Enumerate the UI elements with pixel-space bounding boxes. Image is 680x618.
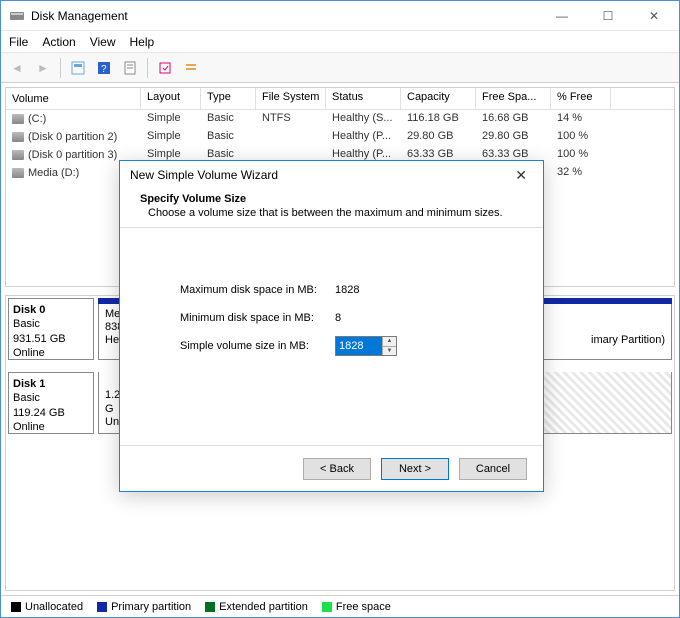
- disk-state: Online: [13, 420, 89, 434]
- menu-action[interactable]: Action: [42, 35, 75, 49]
- col-type[interactable]: Type: [201, 88, 256, 109]
- table-header: Volume Layout Type File System Status Ca…: [6, 88, 674, 110]
- disk-state: Online: [13, 346, 89, 360]
- disk-name: Disk 1: [13, 377, 89, 391]
- max-space-value: 1828: [335, 284, 359, 296]
- swatch-icon: [97, 602, 107, 612]
- legend: Unallocated Primary partition Extended p…: [1, 595, 679, 617]
- spin-down-icon[interactable]: ▼: [383, 347, 396, 356]
- svg-text:?: ?: [101, 64, 107, 75]
- separator: [120, 227, 543, 228]
- col-layout[interactable]: Layout: [141, 88, 201, 109]
- forward-icon: ►: [31, 56, 55, 80]
- menu-view[interactable]: View: [90, 35, 116, 49]
- col-status[interactable]: Status: [326, 88, 401, 109]
- legend-unallocated: Unallocated: [11, 601, 83, 613]
- volume-icon: [12, 132, 24, 142]
- window-title: Disk Management: [31, 9, 545, 23]
- menu-help[interactable]: Help: [130, 35, 155, 49]
- disk-type: Basic: [13, 317, 89, 331]
- volume-size-spinner[interactable]: ▲ ▼: [335, 336, 397, 356]
- col-volume[interactable]: Volume: [6, 88, 141, 109]
- col-filesystem[interactable]: File System: [256, 88, 326, 109]
- close-icon[interactable]: ✕: [509, 165, 533, 186]
- new-simple-volume-wizard-dialog: New Simple Volume Wizard ✕ Specify Volum…: [119, 160, 544, 492]
- next-button[interactable]: Next >: [381, 458, 449, 480]
- legend-free: Free space: [322, 601, 391, 613]
- volume-size-label: Simple volume size in MB:: [180, 340, 335, 352]
- cancel-button[interactable]: Cancel: [459, 458, 527, 480]
- maximize-button[interactable]: ☐: [591, 5, 625, 27]
- action-icon[interactable]: [153, 56, 177, 80]
- menubar: File Action View Help: [1, 31, 679, 53]
- min-space-value: 8: [335, 312, 341, 324]
- dialog-heading: Specify Volume Size: [140, 193, 523, 205]
- app-icon: [9, 8, 25, 24]
- back-icon: ◄: [5, 56, 29, 80]
- max-space-label: Maximum disk space in MB:: [180, 284, 335, 296]
- refresh-icon[interactable]: [66, 56, 90, 80]
- toolbar: ◄ ► ?: [1, 53, 679, 83]
- separator: [60, 58, 61, 78]
- dialog-title: New Simple Volume Wizard: [130, 168, 509, 182]
- disk-type: Basic: [13, 391, 89, 405]
- disk-size: 931.51 GB: [13, 332, 89, 346]
- volume-icon: [12, 168, 24, 178]
- swatch-icon: [205, 602, 215, 612]
- dialog-titlebar[interactable]: New Simple Volume Wizard ✕: [120, 161, 543, 189]
- disk-size: 119.24 GB: [13, 406, 89, 420]
- table-row[interactable]: (Disk 0 partition 2) Simple Basic Health…: [6, 128, 674, 146]
- disk-info[interactable]: Disk 1 Basic 119.24 GB Online: [8, 372, 94, 434]
- back-button[interactable]: < Back: [303, 458, 371, 480]
- swatch-icon: [11, 602, 21, 612]
- volume-size-input[interactable]: [336, 337, 382, 355]
- volume-icon: [12, 150, 24, 160]
- min-space-label: Minimum disk space in MB:: [180, 312, 335, 324]
- close-button[interactable]: ✕: [637, 5, 671, 27]
- legend-primary: Primary partition: [97, 601, 191, 613]
- titlebar[interactable]: Disk Management — ☐ ✕: [1, 1, 679, 31]
- menu-file[interactable]: File: [9, 35, 28, 49]
- col-free[interactable]: Free Spa...: [476, 88, 551, 109]
- separator: [147, 58, 148, 78]
- col-pct[interactable]: % Free: [551, 88, 611, 109]
- help-icon[interactable]: ?: [92, 56, 116, 80]
- disk-name: Disk 0: [13, 303, 89, 317]
- disk-info[interactable]: Disk 0 Basic 931.51 GB Online: [8, 298, 94, 360]
- swatch-icon: [322, 602, 332, 612]
- volume-icon: [12, 114, 24, 124]
- col-capacity[interactable]: Capacity: [401, 88, 476, 109]
- list-icon[interactable]: [179, 56, 203, 80]
- minimize-button[interactable]: —: [545, 5, 579, 27]
- spin-up-icon[interactable]: ▲: [383, 337, 396, 347]
- legend-extended: Extended partition: [205, 601, 308, 613]
- dialog-subtitle: Choose a volume size that is between the…: [148, 207, 523, 219]
- table-row[interactable]: (C:) Simple Basic NTFS Healthy (S... 116…: [6, 110, 674, 128]
- properties-icon[interactable]: [118, 56, 142, 80]
